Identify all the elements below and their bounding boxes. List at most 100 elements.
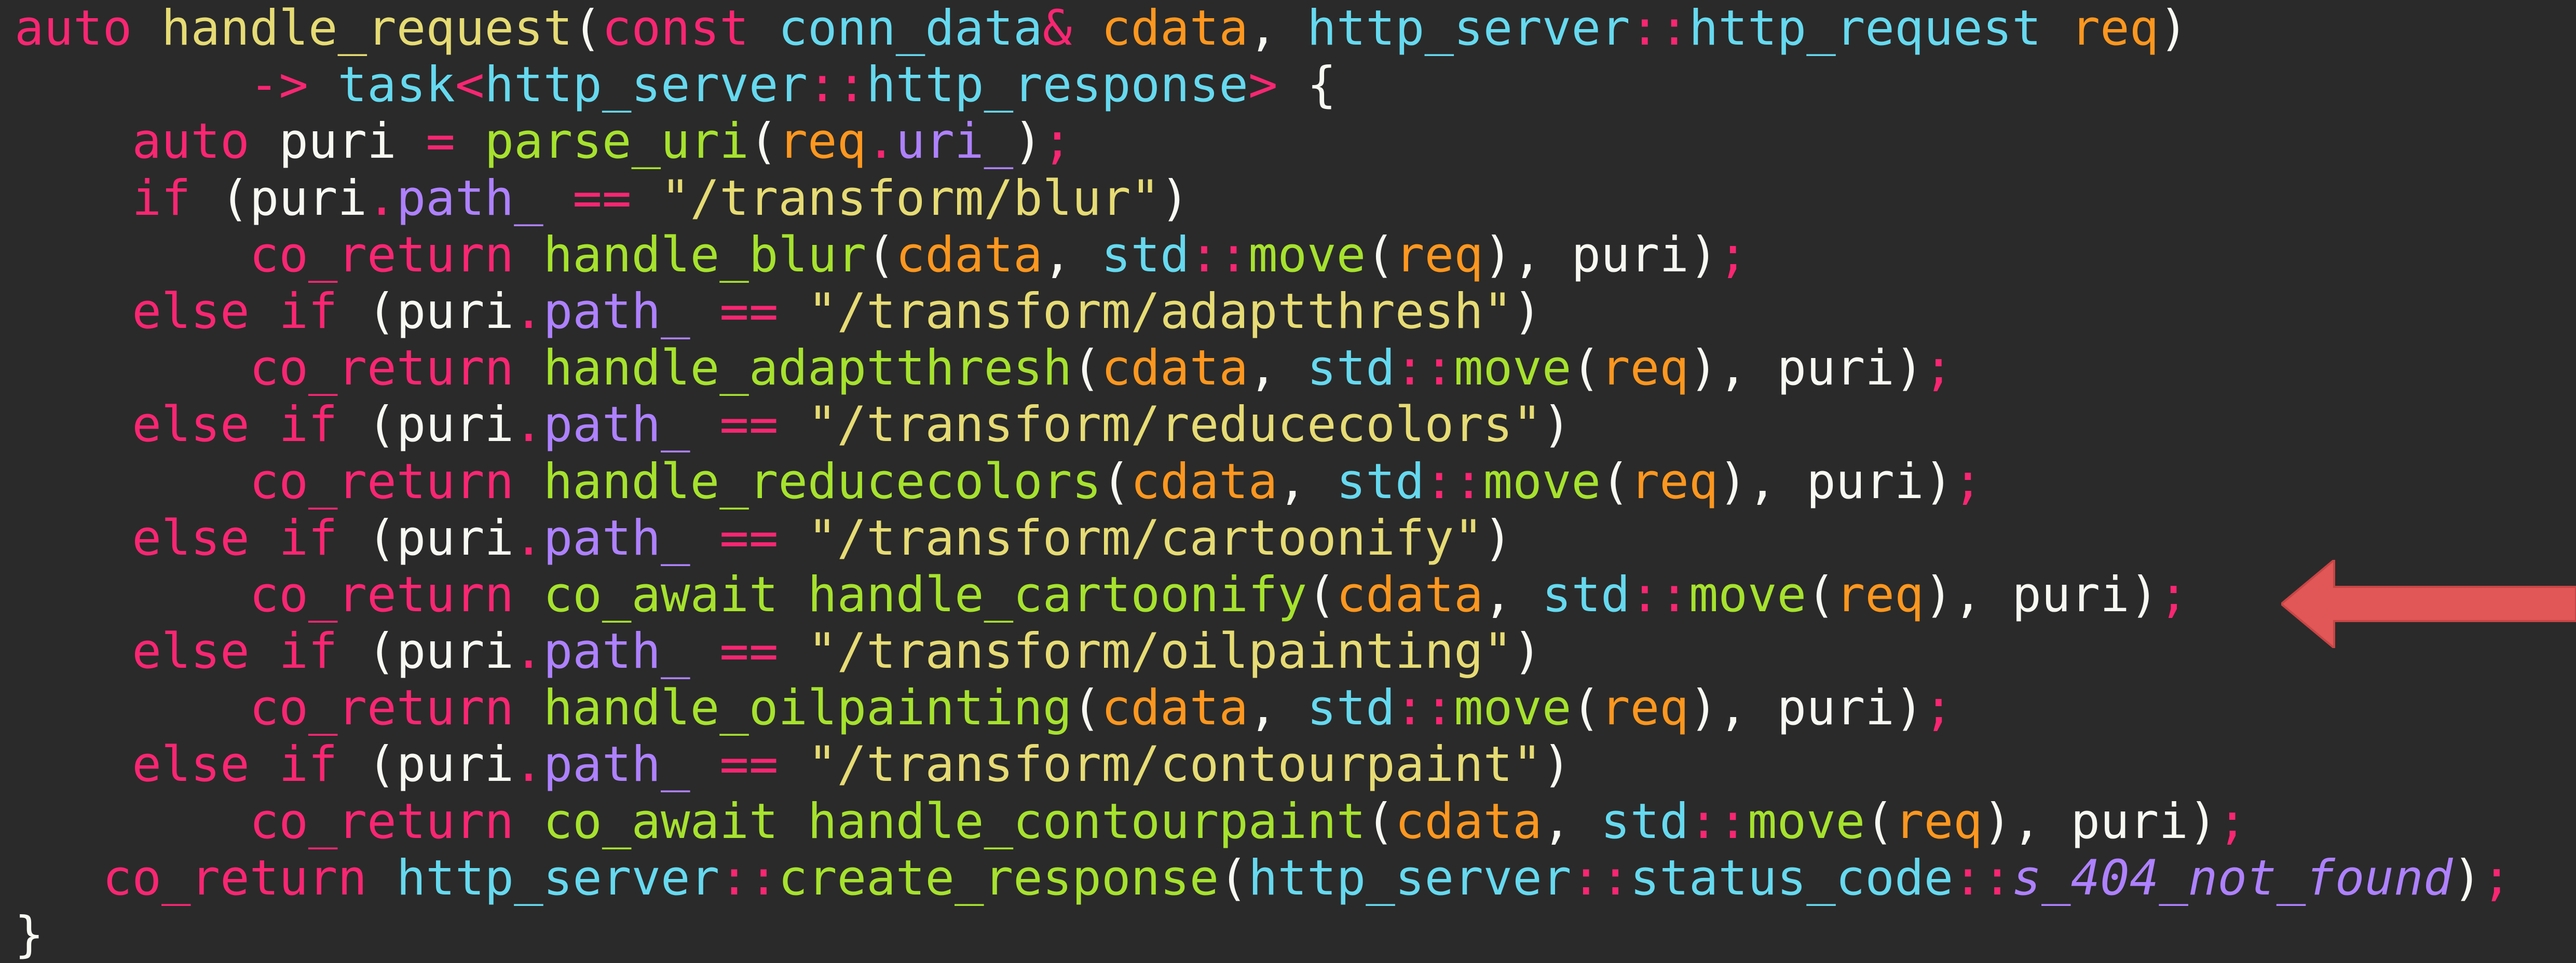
code-token: cdata: [1395, 793, 1542, 850]
code-token: cdata: [895, 226, 1043, 283]
code-line: co_return handle_oilpainting(cdata, std:…: [15, 680, 2511, 736]
code-token: move: [1483, 453, 1601, 510]
code-token: std: [1101, 226, 1190, 283]
code-token: auto: [132, 113, 250, 170]
code-line: else if (puri.path_ == "/transform/oilpa…: [15, 623, 2511, 680]
code-token: (: [1366, 793, 1395, 850]
code-token: co_await: [543, 793, 779, 850]
code-token: path_: [543, 283, 690, 340]
code-token: ::: [1395, 340, 1454, 397]
code-token: (: [866, 226, 896, 283]
code-token: conn_data: [778, 0, 1043, 57]
code-line: if (puri.path_ == "/transform/blur"): [15, 170, 2511, 227]
code-token: ): [2452, 849, 2482, 906]
code-token: &: [1042, 0, 1072, 57]
code-token: ), puri): [1982, 793, 2218, 850]
code-token: s_404_not_found: [2012, 849, 2453, 906]
code-token: ::: [1395, 680, 1454, 737]
code-token: "/transform/oilpainting": [808, 623, 1513, 680]
code-token: .: [514, 623, 543, 680]
code-token: (: [1366, 226, 1395, 283]
code-token: ;: [1924, 340, 1954, 397]
code-token: ::: [1688, 793, 1748, 850]
code-token: handle_request: [161, 0, 573, 57]
code-token: handle_cartoonify: [808, 566, 1307, 623]
code-token: http_response: [866, 57, 1248, 114]
code-token: ==: [719, 510, 779, 567]
code-token: req: [1894, 793, 1983, 850]
code-line: auto handle_request(const conn_data& cda…: [15, 0, 2511, 57]
code-token: cdata: [1072, 0, 1248, 57]
code-token: handle_adaptthresh: [543, 340, 1072, 397]
code-token: (: [1101, 453, 1131, 510]
code-token: ), puri): [1718, 453, 1954, 510]
code-token: co_return: [249, 453, 514, 510]
code-token: move: [1748, 793, 1865, 850]
code-token: puri: [249, 113, 426, 170]
code-token: (: [1601, 453, 1630, 510]
code-token: ,: [1542, 793, 1601, 850]
code-token: move: [1454, 340, 1572, 397]
code-token: path_: [543, 396, 690, 453]
code-token: .: [514, 510, 543, 567]
code-token: ): [1013, 113, 1043, 170]
code-token: .: [514, 736, 543, 793]
code-token: task: [308, 57, 455, 114]
code-token: (: [573, 0, 602, 57]
code-token: (: [1806, 566, 1836, 623]
code-token: "/transform/cartoonify": [808, 510, 1483, 567]
code-token: std: [1542, 566, 1630, 623]
code-token: (: [1865, 793, 1894, 850]
code-token: http_server: [1248, 849, 1572, 906]
code-token: co_return: [249, 680, 514, 737]
code-line: else if (puri.path_ == "/transform/conto…: [15, 736, 2511, 793]
code-token: req: [2041, 0, 2159, 57]
code-token: cdata: [1101, 340, 1248, 397]
code-token: (: [1072, 680, 1101, 737]
code-token: if: [279, 396, 338, 453]
code-token: handle_contourpaint: [808, 793, 1366, 850]
code-token: .: [367, 170, 397, 227]
code-token: co_return: [249, 793, 514, 850]
code-token: >: [1248, 57, 1278, 114]
code-token: if: [279, 736, 338, 793]
code-token: else: [132, 396, 250, 453]
code-token: ::: [1189, 226, 1248, 283]
code-editor[interactable]: auto handle_request(const conn_data& cda…: [15, 0, 2511, 963]
code-token: std: [1307, 680, 1395, 737]
code-token: cdata: [1101, 680, 1248, 737]
code-token: ,: [1248, 340, 1307, 397]
code-token: (: [1571, 680, 1601, 737]
code-token: co_return: [102, 849, 367, 906]
code-token: {: [1277, 57, 1337, 114]
code-token: =: [426, 113, 455, 170]
code-token: "/transform/reducecolors": [808, 396, 1542, 453]
code-token: cdata: [1130, 453, 1278, 510]
code-token: ==: [719, 623, 779, 680]
code-token: ): [1512, 283, 1542, 340]
code-token: .: [866, 113, 896, 170]
code-token: ==: [719, 283, 779, 340]
code-token: move: [1688, 566, 1807, 623]
code-token: (puri: [337, 736, 514, 793]
code-token: req: [1630, 453, 1719, 510]
code-token: ;: [1042, 113, 1072, 170]
code-line: co_return handle_blur(cdata, std::move(r…: [15, 227, 2511, 283]
